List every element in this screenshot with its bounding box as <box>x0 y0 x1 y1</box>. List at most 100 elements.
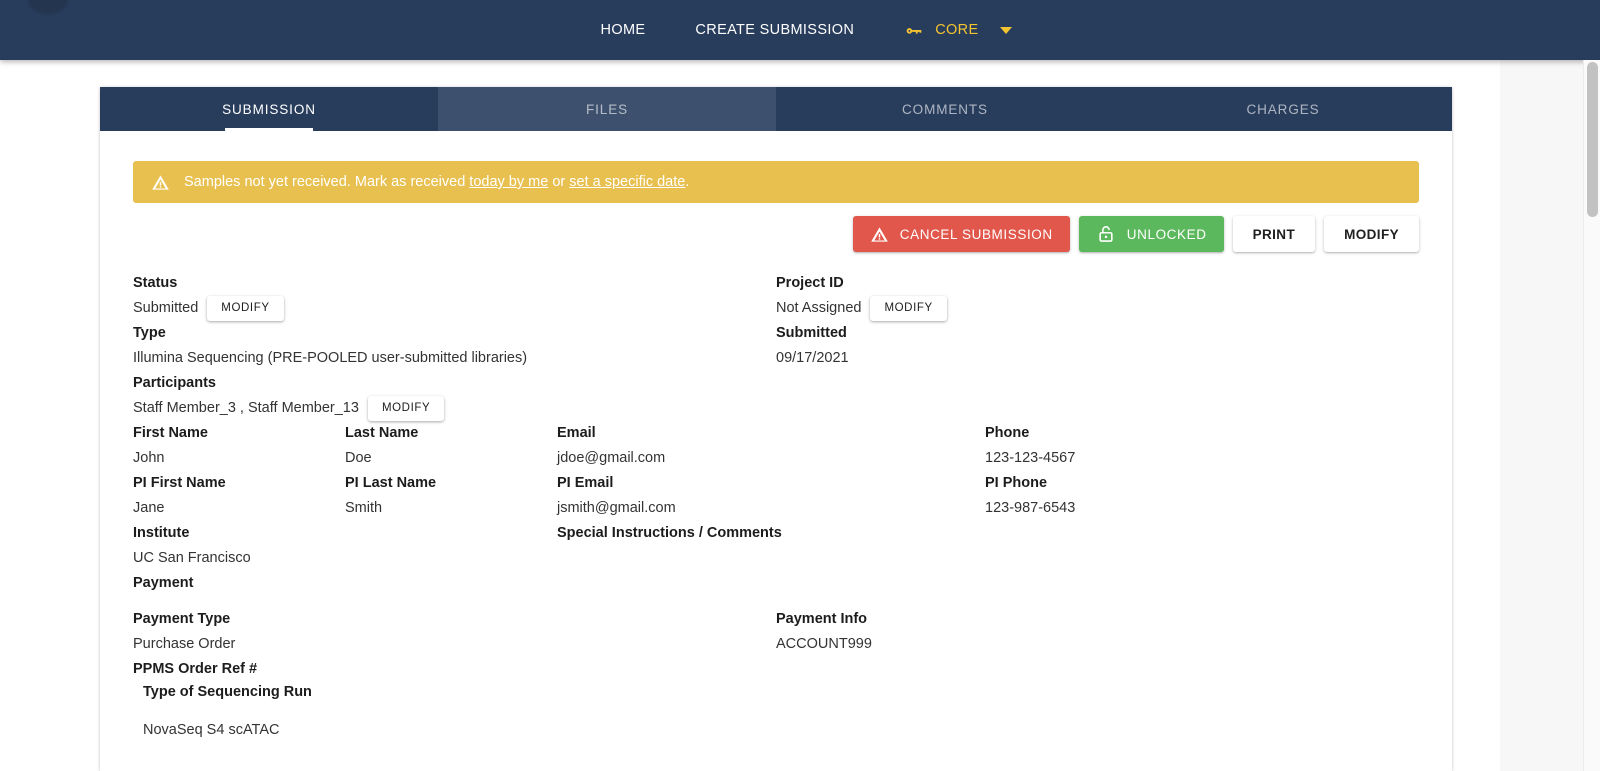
print-button[interactable]: PRINT <box>1232 216 1316 252</box>
cancel-submission-button[interactable]: CANCEL SUBMISSION <box>852 216 1070 252</box>
submission-card: SUBMISSION FILES COMMENTS CHARGES Sample… <box>100 87 1452 771</box>
row-contact-values: John Doe jdoe@gmail.com 123-123-4567 <box>133 445 1419 472</box>
status-value: Submitted <box>133 300 199 316</box>
unlock-icon <box>1096 224 1116 244</box>
email-label: Email <box>557 425 596 441</box>
tab-comments[interactable]: COMMENTS <box>776 87 1114 131</box>
nav-items: HOME CREATE SUBMISSION CORE <box>576 0 1025 60</box>
alert-text-after: . <box>685 174 690 190</box>
pi-email-label: PI Email <box>557 475 614 491</box>
project-id-modify-button[interactable]: MODIFY <box>870 295 947 322</box>
first-name-value: John <box>133 450 165 466</box>
chevron-down-icon <box>1000 26 1013 34</box>
tab-submission[interactable]: SUBMISSION <box>100 87 438 131</box>
nav-link-home[interactable]: HOME <box>576 0 671 60</box>
row-pi-values: Jane Smith jsmith@gmail.com 123-987-6543 <box>133 495 1419 522</box>
spacer-cell <box>345 545 557 572</box>
institute-value: UC San Francisco <box>133 550 251 566</box>
type-value: Illumina Sequencing (PRE-POOLED user-sub… <box>133 350 528 366</box>
sequencing-run-value: NovaSeq S4 scATAC <box>143 722 280 738</box>
warning-triangle-icon <box>870 225 889 244</box>
phone-label: Phone <box>985 425 1030 441</box>
row-status-projectid: Status Submitted MODIFY Project ID Not A… <box>133 272 1419 322</box>
logo-circle-icon <box>28 0 68 14</box>
ppms-order-ref-label: PPMS Order Ref # <box>133 661 258 677</box>
row-payment-headers: Payment Type Payment Info <box>133 608 1419 631</box>
special-instructions-value <box>557 545 985 572</box>
unlocked-label: UNLOCKED <box>1126 226 1207 242</box>
row-payment-heading: Payment <box>133 572 1419 595</box>
type-label: Type <box>133 325 166 341</box>
row-payment-values: Purchase Order ACCOUNT999 <box>133 631 1419 658</box>
pi-last-name-value: Smith <box>345 500 383 516</box>
payment-type-label: Payment Type <box>133 611 231 627</box>
pi-phone-value: 123-987-6543 <box>985 500 1076 516</box>
special-instructions-label: Special Instructions / Comments <box>557 525 782 541</box>
scrollbar-thumb[interactable] <box>1587 62 1598 217</box>
participants-label: Participants <box>133 375 216 391</box>
status-label: Status <box>133 275 178 291</box>
row-contact-headers: First Name Last Name Email Phone <box>133 422 1419 445</box>
row-sequencing-run-label: Type of Sequencing Run <box>133 681 1419 704</box>
unlocked-button[interactable]: UNLOCKED <box>1078 216 1224 252</box>
status-modify-button[interactable]: MODIFY <box>207 295 284 322</box>
samples-alert-banner: Samples not yet received. Mark as receiv… <box>133 161 1419 203</box>
alert-text-middle: or <box>548 174 570 190</box>
nav-link-create-submission[interactable]: CREATE SUBMISSION <box>670 0 879 60</box>
modify-button[interactable]: MODIFY <box>1324 216 1419 252</box>
top-navbar: HOME CREATE SUBMISSION CORE <box>0 0 1600 60</box>
spacer-cell <box>985 522 1285 545</box>
pi-first-name-label: PI First Name <box>133 475 226 491</box>
project-id-value: Not Assigned <box>776 300 862 316</box>
nav-core-label: CORE <box>935 22 979 38</box>
action-button-row: CANCEL SUBMISSION UNLOCKED PRINT MODIFY <box>133 216 1419 252</box>
status-value-row: Submitted MODIFY <box>133 295 776 322</box>
first-name-label: First Name <box>133 425 208 441</box>
row-ppms: PPMS Order Ref # <box>133 658 1419 681</box>
sequencing-run-label: Type of Sequencing Run <box>143 684 312 700</box>
type-block: Type Illumina Sequencing (PRE-POOLED use… <box>133 322 776 372</box>
payment-info-value: ACCOUNT999 <box>776 636 872 652</box>
submitted-value: 09/17/2021 <box>776 350 849 366</box>
participants-modify-button[interactable]: MODIFY <box>367 395 445 422</box>
vertical-scrollbar[interactable] <box>1583 60 1600 771</box>
row-pi-headers: PI First Name PI Last Name PI Email PI P… <box>133 472 1419 495</box>
project-id-label: Project ID <box>776 275 844 291</box>
payment-type-value: Purchase Order <box>133 636 236 652</box>
participants-block: Participants Staff Member_3 , Staff Memb… <box>133 372 776 422</box>
row-participants: Participants Staff Member_3 , Staff Memb… <box>133 372 1419 422</box>
submitted-block: Submitted 09/17/2021 <box>776 322 1419 372</box>
key-icon <box>903 19 925 41</box>
alert-link-set-specific-date[interactable]: set a specific date <box>569 174 685 190</box>
page-body: SUBMISSION FILES COMMENTS CHARGES Sample… <box>0 60 1600 771</box>
participants-value: Staff Member_3 , Staff Member_13 <box>133 400 359 416</box>
payment-info-label: Payment Info <box>776 611 868 627</box>
cancel-submission-label: CANCEL SUBMISSION <box>899 226 1053 242</box>
institute-label: Institute <box>133 525 190 541</box>
status-block: Status Submitted MODIFY <box>133 272 776 322</box>
last-name-label: Last Name <box>345 425 419 441</box>
phone-value: 123-123-4567 <box>985 450 1076 466</box>
pi-phone-label: PI Phone <box>985 475 1048 491</box>
alert-link-today-by-me[interactable]: today by me <box>469 174 548 190</box>
row-type-submitted: Type Illumina Sequencing (PRE-POOLED use… <box>133 322 1419 372</box>
email-value: jdoe@gmail.com <box>557 450 666 466</box>
tab-bar: SUBMISSION FILES COMMENTS CHARGES <box>100 87 1452 131</box>
spacer-cell <box>345 522 557 545</box>
alert-text: Samples not yet received. Mark as receiv… <box>184 174 689 190</box>
project-id-block: Project ID Not Assigned MODIFY <box>776 272 1419 322</box>
tab-files[interactable]: FILES <box>438 87 776 131</box>
pi-last-name-label: PI Last Name <box>345 475 437 491</box>
project-id-value-row: Not Assigned MODIFY <box>776 295 1419 322</box>
row-institute-instructions: Institute Special Instructions / Comment… <box>133 522 1419 545</box>
last-name-value: Doe <box>345 450 372 466</box>
submitted-label: Submitted <box>776 325 847 341</box>
tab-charges[interactable]: CHARGES <box>1114 87 1452 131</box>
warning-triangle-icon <box>151 173 170 192</box>
pi-first-name-value: Jane <box>133 500 165 516</box>
nav-core-menu[interactable]: CORE <box>879 0 1024 60</box>
submission-details: Status Submitted MODIFY Project ID Not A… <box>100 252 1452 744</box>
payment-section-label: Payment <box>133 575 194 591</box>
